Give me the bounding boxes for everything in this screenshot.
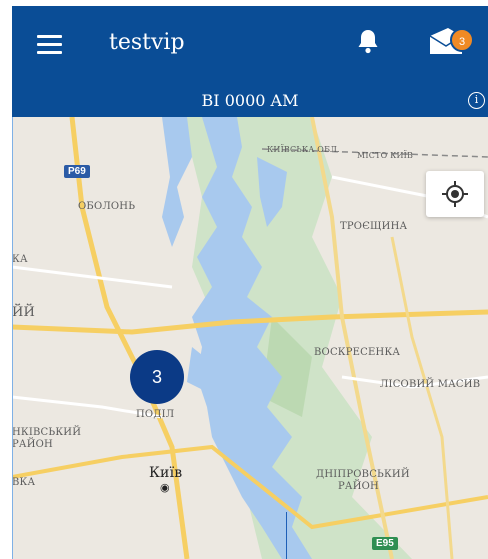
place-yi: ЙЙ <box>12 305 36 320</box>
place-lisovyi: ЛІСОВИЙ МАСИВ <box>380 379 481 390</box>
map-view[interactable]: P69 E95 КИЇВСЬКА ОБЛ. МІСТО КИЇВ ОБОЛОНЬ… <box>12 117 488 559</box>
app-bar: testvip <box>12 6 488 86</box>
left-edge-line <box>12 117 13 559</box>
place-podil: ПОДІЛ <box>136 409 175 420</box>
app-title: testvip <box>109 30 185 55</box>
place-obolon: ОБОЛОНЬ <box>78 201 136 212</box>
vehicle-cluster-marker[interactable]: 3 <box>130 350 184 404</box>
place-border-oblast: КИЇВСЬКА ОБЛ. <box>267 145 340 154</box>
place-ka: КА <box>12 254 28 265</box>
place-vka: ВКА <box>12 477 36 488</box>
place-kyiv: Київ <box>149 465 183 481</box>
bell-icon[interactable] <box>356 28 380 54</box>
place-shevchenkivskyi-2: РАЙОН <box>12 439 53 450</box>
place-dniprovskyi-1: ДНІПРОВСЬКИЙ <box>316 469 410 480</box>
info-icon[interactable]: i <box>468 92 485 109</box>
road-badge-e95: E95 <box>372 537 398 550</box>
locate-me-button[interactable] <box>426 171 484 217</box>
vehicle-plate: BI 0000 AM <box>201 91 299 110</box>
place-dniprovskyi-2: РАЙОН <box>338 481 379 492</box>
vehicle-bar: BI 0000 AM i <box>12 86 488 117</box>
crosshair-icon <box>442 181 468 207</box>
hamburger-icon[interactable] <box>37 35 62 55</box>
app-screen: testvip 3 BI 0000 AM i P69 E95 КИЇВСЬКА … <box>0 0 488 559</box>
map-canvas <box>12 117 488 559</box>
place-voskresenka: ВОСКРЕСЕНКА <box>314 347 401 358</box>
notification-badge: 3 <box>450 28 474 52</box>
place-shevchenkivskyi-1: НКІВСЬКИЙ <box>12 427 82 438</box>
map-divider-line <box>286 512 287 559</box>
place-border-city: МІСТО КИЇВ <box>357 151 414 160</box>
road-badge-p69: P69 <box>64 165 90 178</box>
place-troieshchyna: ТРОЄЩИНА <box>340 221 408 232</box>
city-dot: ◉ <box>160 481 170 494</box>
